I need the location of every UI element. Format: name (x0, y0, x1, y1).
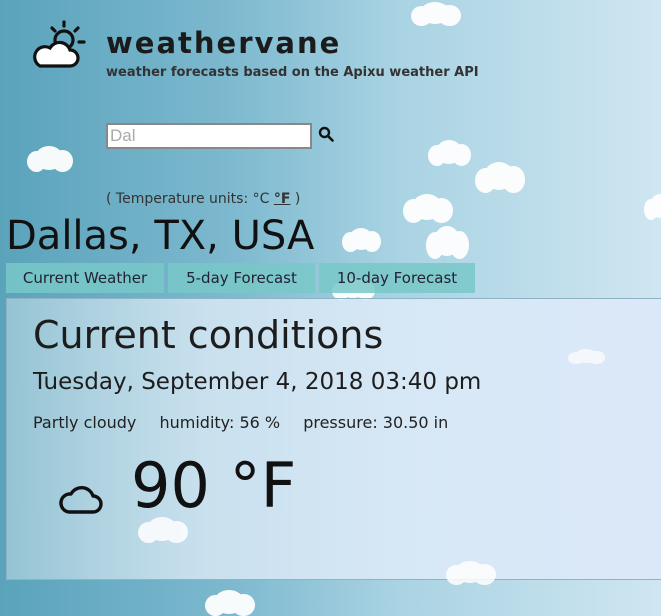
condition-text: Partly cloudy (33, 413, 137, 432)
current-conditions-panel: Current conditions Tuesday, September 4,… (6, 298, 661, 586)
brand-title: weathervane (106, 26, 342, 60)
background-cloud (411, 2, 461, 27)
background-cloud (428, 140, 472, 167)
cloud-icon (59, 486, 103, 514)
fahrenheit-unit-link[interactable]: °F (274, 191, 291, 207)
background-cloud (475, 162, 525, 193)
background-cloud (205, 590, 255, 616)
pressure-text: pressure: 30.50 in (303, 413, 449, 432)
partly-cloudy-day-icon (33, 20, 86, 68)
background-cloud (403, 194, 453, 223)
current-temperature: 90 °F (131, 449, 297, 522)
tab-current-weather[interactable]: Current Weather (6, 263, 164, 293)
current-conditions-title: Current conditions (33, 313, 384, 357)
humidity-text: humidity: 56 % (159, 413, 281, 432)
conditions-details: Partly cloudy humidity: 56 % pressure: 3… (33, 413, 466, 432)
tab-10-day-forecast[interactable]: 10-day Forecast (319, 263, 475, 293)
background-cloud (341, 228, 382, 253)
background-cloud (426, 226, 470, 259)
observation-datetime: Tuesday, September 4, 2018 03:40 pm (33, 369, 482, 395)
temperature-units: ( Temperature units: °C °F ) (106, 191, 300, 207)
background-cloud (568, 349, 605, 365)
tab-5-day-forecast[interactable]: 5-day Forecast (168, 263, 315, 293)
background-cloud (446, 561, 496, 586)
background-cloud (644, 194, 661, 221)
celsius-unit-link[interactable]: °C (253, 191, 270, 207)
units-prefix: ( Temperature units: (106, 191, 253, 207)
tagline: weather forecasts based on the Apixu wea… (106, 65, 479, 80)
background-cloud (26, 146, 73, 173)
location-title: Dallas, TX, USA (6, 213, 315, 259)
search-icon[interactable] (318, 126, 334, 142)
units-suffix: ) (290, 191, 301, 207)
location-search-input[interactable] (106, 123, 312, 149)
